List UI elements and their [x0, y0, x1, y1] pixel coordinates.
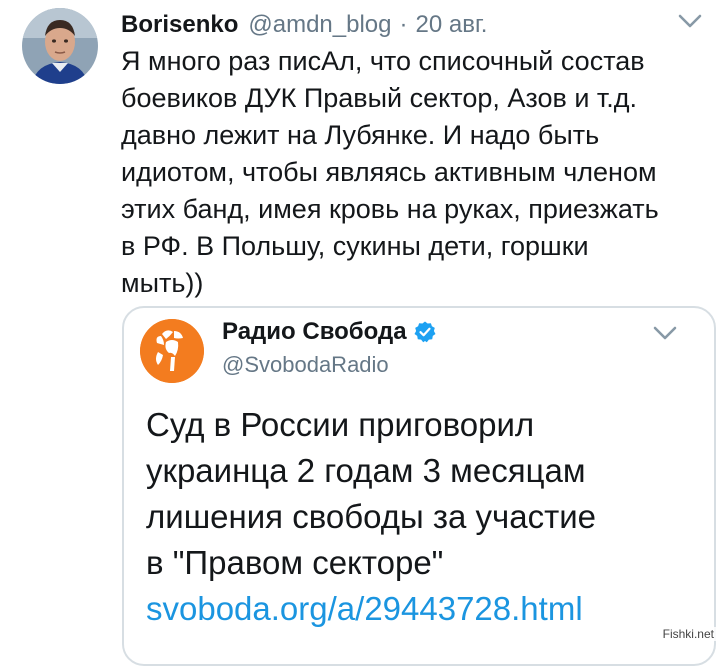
watermark: Fishki.net: [660, 627, 716, 641]
chevron-down-icon[interactable]: [652, 324, 678, 342]
quoted-author-name[interactable]: Радио Свобода: [222, 318, 407, 346]
quoted-text-block: Суд в России приговорил украинца 2 годам…: [146, 402, 706, 632]
author-handle[interactable]: @amdn_blog: [248, 11, 391, 39]
radio-svoboda-logo-graphic: [140, 319, 204, 383]
quoted-text: Суд в России приговорил украинца 2 годам…: [146, 406, 596, 581]
tweet-header: Borisenko @amdn_blog · 20 авг.: [121, 10, 487, 40]
separator-dot: ·: [399, 11, 408, 38]
quoted-author-handle[interactable]: @SvobodaRadio: [222, 352, 437, 378]
verified-badge-icon: [414, 321, 436, 343]
radio-svoboda-logo-icon[interactable]: [140, 319, 204, 383]
quoted-link[interactable]: svoboda.org/a/29443728.html: [146, 590, 583, 627]
avatar-image: [22, 8, 98, 84]
quoted-tweet[interactable]: Радио Свобода @SvobodaRadio Суд в России…: [122, 306, 716, 666]
quoted-header: Радио Свобода @SvobodaRadio: [222, 318, 437, 378]
tweet: Borisenko @amdn_blog · 20 авг. Я много р…: [0, 0, 720, 666]
avatar[interactable]: [22, 8, 98, 84]
tweet-text: Я много раз писАл, что списочный состав …: [121, 46, 659, 298]
quoted-author-row: Радио Свобода: [222, 318, 437, 346]
tweet-timestamp[interactable]: 20 авг.: [416, 11, 488, 39]
chevron-down-icon[interactable]: [677, 12, 703, 30]
author-name[interactable]: Borisenko: [121, 11, 238, 39]
